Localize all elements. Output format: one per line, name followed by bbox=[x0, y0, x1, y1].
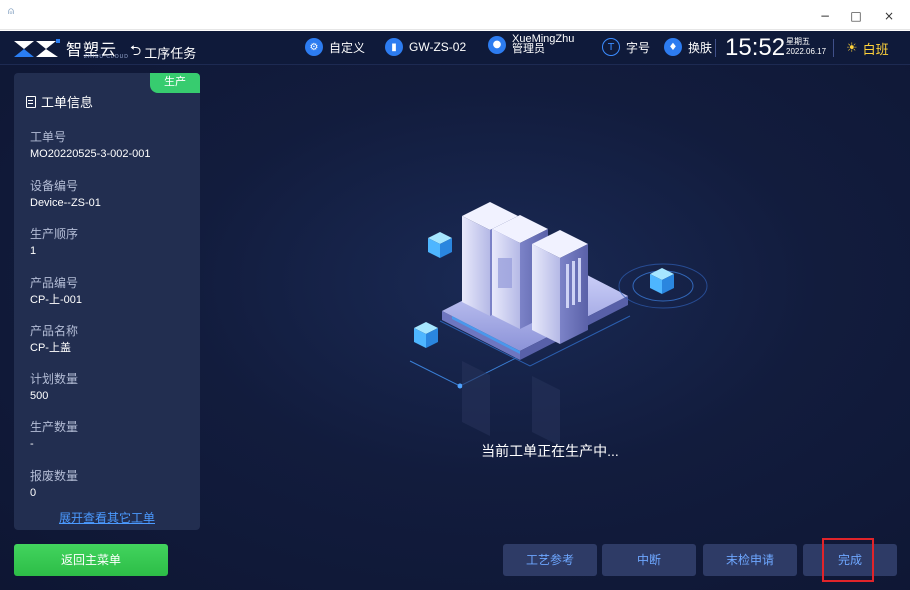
field-value: MO20220525-3-002-001 bbox=[30, 148, 151, 160]
field-label: 生产数量 bbox=[30, 420, 79, 434]
field-device-no: 设备编号 Device--ZS-01 bbox=[30, 179, 101, 210]
server-illustration bbox=[409, 202, 708, 446]
shift-indicator: ☀ 白班 bbox=[846, 39, 889, 58]
logo-icon bbox=[14, 39, 60, 57]
back-task-label: 工序任务 bbox=[144, 45, 197, 61]
status-badge: 生产 bbox=[150, 73, 200, 93]
clock-time: 15:52 bbox=[725, 34, 786, 61]
device-selector[interactable]: ▮ GW-ZS-02 bbox=[385, 38, 466, 56]
field-production-order: 生产顺序 1 bbox=[30, 227, 78, 258]
minimize-button[interactable]: − bbox=[816, 8, 834, 24]
date-display: 星期五 2022.06.17 bbox=[786, 37, 826, 57]
field-planned-qty: 计划数量 500 bbox=[30, 372, 78, 403]
field-value: CP-上-001 bbox=[30, 294, 82, 306]
skin-label: 换肤 bbox=[688, 40, 713, 55]
highlight-annotation bbox=[822, 538, 874, 582]
user-info[interactable]: ● XueMingZhu 管理员 bbox=[488, 34, 574, 55]
gear-icon: ⚙ bbox=[305, 38, 323, 56]
document-icon bbox=[26, 95, 36, 108]
skin-button[interactable]: ♦ 换肤 bbox=[664, 38, 712, 56]
weekday: 星期五 bbox=[786, 37, 810, 46]
expand-other-orders-link[interactable]: 展开查看其它工单 bbox=[14, 509, 200, 526]
custom-button[interactable]: ⚙ 自定义 bbox=[305, 38, 365, 56]
field-label: 产品名称 bbox=[30, 324, 79, 338]
panel-title: 工单信息 bbox=[26, 92, 93, 111]
font-icon: T bbox=[602, 38, 620, 56]
field-product-no: 产品编号 CP-上-001 bbox=[30, 276, 82, 307]
sun-icon: ☀ bbox=[846, 41, 858, 56]
field-value: 1 bbox=[30, 245, 37, 257]
final-inspection-button[interactable]: 末检申请 bbox=[703, 544, 797, 576]
field-label: 生产顺序 bbox=[30, 227, 79, 241]
field-value: 500 bbox=[30, 390, 49, 402]
device-icon: ▮ bbox=[385, 38, 403, 56]
brand-subtitle: ZHISU CLOUD bbox=[84, 54, 129, 60]
maximize-button[interactable]: □ bbox=[847, 8, 865, 24]
return-icon: ⮌ bbox=[130, 43, 142, 59]
field-produced-qty: 生产数量 - bbox=[30, 420, 78, 451]
user-icon: ● bbox=[488, 35, 506, 54]
font-size-button[interactable]: T 字号 bbox=[602, 38, 650, 56]
production-status-text: 当前工单正在生产中... bbox=[481, 443, 619, 459]
work-order-panel: 生产 工单信息 工单号 MO20220525-3-002-001 设备编号 De… bbox=[14, 73, 200, 530]
header-divider bbox=[715, 39, 716, 57]
app-icon: ⍝ bbox=[8, 6, 14, 17]
header-divider bbox=[833, 39, 834, 57]
top-header: 智塑云 ZHISU CLOUD ⮌ 工序任务 ⚙ 自定义 ▮ GW-ZS-02 … bbox=[0, 31, 910, 65]
field-value: Device--ZS-01 bbox=[30, 197, 101, 209]
field-value: 0 bbox=[30, 487, 37, 499]
window-titlebar: ⍝ − □ × bbox=[0, 0, 910, 30]
field-value: - bbox=[30, 438, 34, 450]
interrupt-button[interactable]: 中断 bbox=[602, 544, 696, 576]
field-scrap-qty: 报废数量 0 bbox=[30, 469, 78, 500]
shirt-icon: ♦ bbox=[664, 38, 682, 56]
shift-label: 白班 bbox=[862, 42, 889, 57]
panel-title-label: 工单信息 bbox=[41, 95, 94, 110]
process-reference-button[interactable]: 工艺参考 bbox=[503, 544, 597, 576]
field-work-order-no: 工单号 MO20220525-3-002-001 bbox=[30, 130, 150, 161]
field-label: 计划数量 bbox=[30, 372, 79, 386]
font-label: 字号 bbox=[626, 40, 651, 55]
back-to-process-tasks[interactable]: ⮌ 工序任务 bbox=[130, 40, 196, 64]
field-label: 报废数量 bbox=[30, 469, 79, 483]
field-product-name: 产品名称 CP-上盖 bbox=[30, 324, 78, 355]
app-root: 智塑云 ZHISU CLOUD ⮌ 工序任务 ⚙ 自定义 ▮ GW-ZS-02 … bbox=[0, 31, 910, 590]
date: 2022.06.17 bbox=[786, 47, 827, 56]
user-role: 管理员 bbox=[512, 43, 545, 55]
device-label: GW-ZS-02 bbox=[409, 40, 467, 54]
back-to-main-menu-button[interactable]: 返回主菜单 bbox=[14, 544, 168, 576]
field-label: 工单号 bbox=[30, 130, 67, 144]
custom-label: 自定义 bbox=[329, 40, 366, 55]
field-label: 产品编号 bbox=[30, 276, 79, 290]
close-button[interactable]: × bbox=[880, 8, 898, 24]
field-label: 设备编号 bbox=[30, 179, 79, 193]
field-value: CP-上盖 bbox=[30, 342, 71, 354]
